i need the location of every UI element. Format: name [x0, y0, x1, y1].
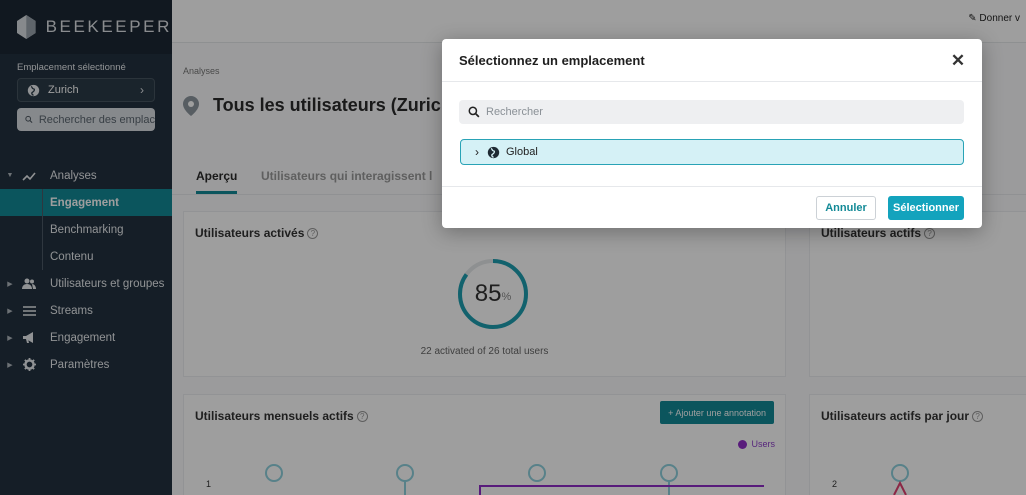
- dialog-title: Sélectionnez un emplacement: [459, 52, 645, 68]
- globe-icon: [487, 146, 500, 159]
- select-button[interactable]: Sélectionner: [888, 196, 964, 220]
- location-tree-node-global[interactable]: › Global: [460, 139, 964, 165]
- search-icon: [468, 106, 480, 118]
- cancel-button[interactable]: Annuler: [816, 196, 876, 220]
- location-node-label: Global: [506, 146, 538, 158]
- select-location-dialog: Sélectionnez un emplacement ✕ › Global A…: [442, 39, 982, 228]
- chevron-right-icon[interactable]: ›: [475, 145, 479, 159]
- dialog-header: Sélectionnez un emplacement ✕: [442, 39, 982, 82]
- location-search-input[interactable]: [486, 106, 946, 118]
- close-icon[interactable]: ✕: [950, 52, 966, 69]
- dialog-footer: Annuler Sélectionner: [442, 186, 982, 228]
- location-search-field[interactable]: [459, 100, 964, 124]
